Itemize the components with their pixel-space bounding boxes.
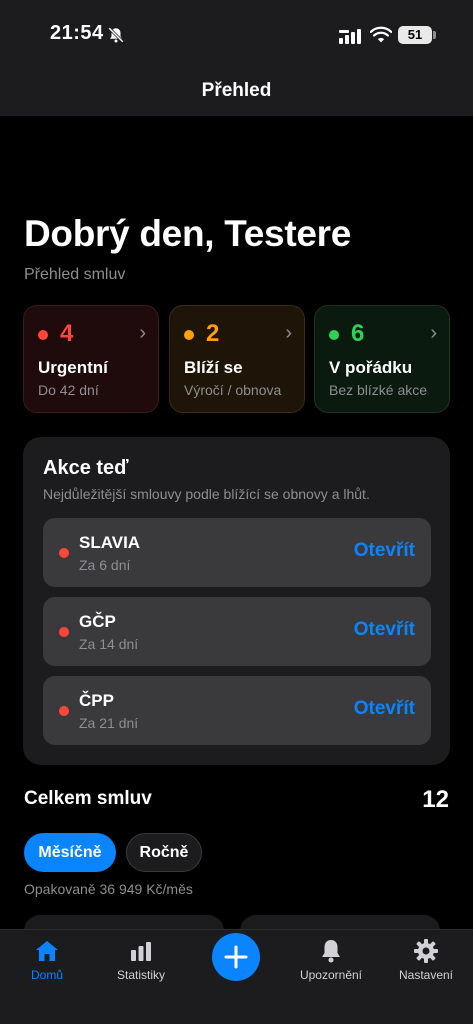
gear-icon bbox=[414, 939, 438, 963]
status-dot bbox=[59, 627, 69, 637]
urgent-count: 4 bbox=[60, 320, 74, 347]
urgent-label: Urgentní bbox=[38, 358, 108, 377]
segment-monthly[interactable]: Měsíčně bbox=[24, 833, 116, 872]
open-button[interactable]: Otevřít bbox=[354, 698, 415, 720]
signal-icon bbox=[339, 29, 361, 44]
tab-stats[interactable]: Statistiky bbox=[96, 938, 186, 982]
house-icon bbox=[36, 941, 58, 961]
page-title: Dobrý den, Testere bbox=[24, 213, 352, 254]
soon-count: 2 bbox=[206, 320, 220, 347]
plus-icon bbox=[224, 945, 248, 969]
bell-icon bbox=[322, 940, 340, 963]
soon-hint: Výročí / obnova bbox=[184, 382, 282, 398]
summary-card-urgent[interactable]: 4 › Urgentní Do 42 dní bbox=[23, 305, 159, 413]
total-contracts-value: 12 bbox=[422, 786, 449, 813]
contract-name: GČP bbox=[79, 612, 116, 631]
urgent-dot bbox=[38, 330, 48, 340]
contract-due: Za 14 dní bbox=[79, 636, 139, 652]
actions-title: Akce teď bbox=[43, 457, 129, 479]
battery-tip bbox=[433, 31, 436, 39]
add-contract-button[interactable] bbox=[212, 933, 260, 981]
soon-label: Blíží se bbox=[184, 358, 243, 377]
page-subtitle: Přehled smluv bbox=[24, 266, 126, 283]
status-time: 21:54 bbox=[50, 22, 104, 44]
contract-name: SLAVIA bbox=[79, 533, 141, 552]
battery-icon: 51 bbox=[398, 26, 432, 44]
actions-description: Nejdůležitější smlouvy podle blížící se … bbox=[43, 486, 370, 502]
tab-home-label: Domů bbox=[30, 968, 63, 982]
tab-notifications[interactable]: Upozornění bbox=[286, 938, 376, 982]
tab-notifications-label: Upozornění bbox=[299, 968, 363, 982]
summary-card-soon[interactable]: 2 › Blíží se Výročí / obnova bbox=[169, 305, 305, 413]
top-bar: 21:54 51 Přehled bbox=[0, 0, 473, 116]
recurring-total: Opakovaně 36 949 Kč/měs bbox=[24, 881, 193, 897]
tab-settings[interactable]: Nastavení bbox=[381, 938, 471, 982]
nav-title: Přehled bbox=[201, 80, 272, 101]
ok-label: V pořádku bbox=[329, 358, 413, 377]
status-dot bbox=[59, 548, 69, 558]
urgent-hint: Do 42 dní bbox=[38, 382, 99, 398]
segment-yearly[interactable]: Ročně bbox=[126, 833, 202, 872]
status-dot bbox=[59, 706, 69, 716]
total-contracts-label: Celkem smluv bbox=[24, 788, 152, 809]
chart-bar-icon bbox=[131, 942, 151, 961]
actions-panel: Akce teď Nejdůležitější smlouvy podle bl… bbox=[23, 437, 450, 765]
open-button[interactable]: Otevřít bbox=[354, 619, 415, 641]
soon-dot bbox=[184, 330, 194, 340]
contract-name: ČPP bbox=[79, 691, 114, 710]
chevron-right-icon: › bbox=[285, 322, 292, 344]
action-row-gcp[interactable]: GČP Za 14 dní Otevřít bbox=[43, 597, 431, 666]
chevron-right-icon: › bbox=[430, 322, 437, 344]
contract-due: Za 21 dní bbox=[79, 715, 139, 731]
action-row-slavia[interactable]: SLAVIA Za 6 dní Otevřít bbox=[43, 518, 431, 587]
action-row-cpp[interactable]: ČPP Za 21 dní Otevřít bbox=[43, 676, 431, 745]
tab-bar: Domů Statistiky Upozornění Nastavení bbox=[0, 929, 473, 1024]
bell-slash-icon bbox=[108, 27, 124, 43]
contract-due: Za 6 dní bbox=[79, 557, 131, 573]
tab-stats-label: Statistiky bbox=[116, 968, 165, 982]
wifi-icon bbox=[370, 26, 392, 43]
tab-home[interactable]: Domů bbox=[2, 938, 92, 982]
chevron-right-icon: › bbox=[139, 322, 146, 344]
ok-count: 6 bbox=[351, 320, 365, 347]
ok-dot bbox=[329, 330, 339, 340]
ok-hint: Bez blízké akce bbox=[329, 382, 428, 398]
open-button[interactable]: Otevřít bbox=[354, 540, 415, 562]
screen: 21:54 51 Přehled Dobrý den, Testere Přeh… bbox=[0, 0, 473, 1024]
summary-card-ok[interactable]: 6 › V pořádku Bez blízké akce bbox=[314, 305, 450, 413]
tab-settings-label: Nastavení bbox=[398, 968, 454, 982]
